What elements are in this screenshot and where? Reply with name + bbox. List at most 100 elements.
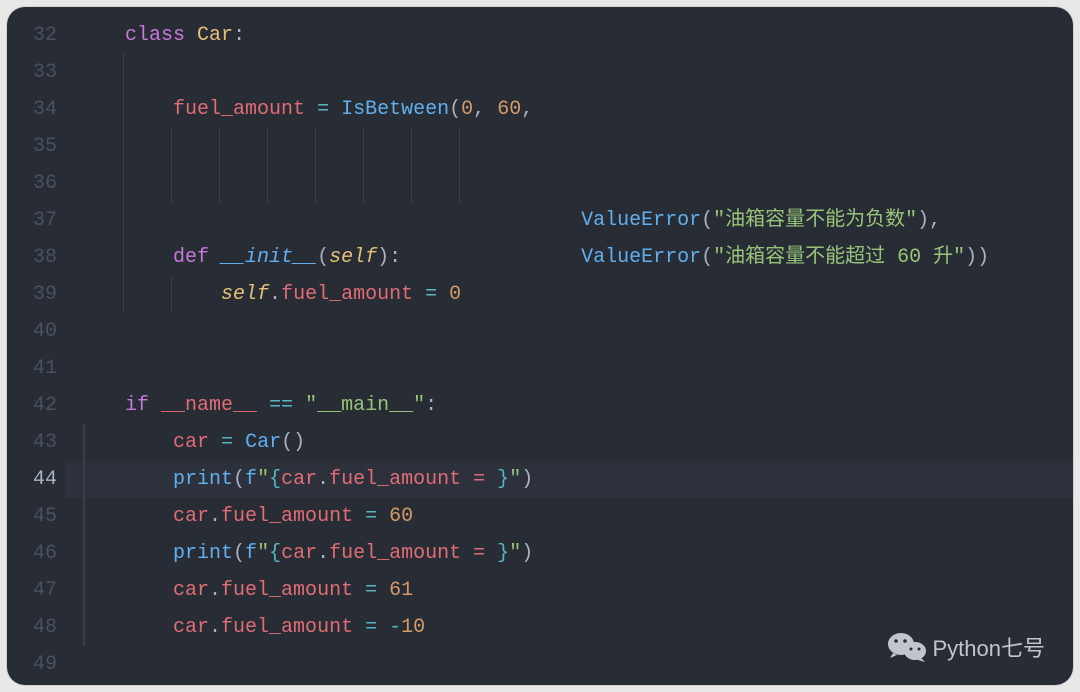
variable: car <box>173 505 209 528</box>
line-number: 39 <box>7 276 65 313</box>
line-number: 34 <box>7 91 65 128</box>
block-indicator <box>83 424 85 461</box>
operator: - <box>389 616 401 639</box>
punct: , <box>521 98 533 121</box>
punct: . <box>317 542 329 565</box>
operator: = <box>425 283 437 306</box>
self-param: self <box>329 246 377 269</box>
code-line-active[interactable]: print(f"{car.fuel_amount = }") <box>65 461 1073 498</box>
operator: = <box>365 505 377 528</box>
call: Car <box>245 431 281 454</box>
brace: { <box>269 468 281 491</box>
line-number: 46 <box>7 535 65 572</box>
attribute: fuel_amount <box>221 505 353 528</box>
line-number: 44 <box>7 461 65 498</box>
operator: == <box>269 394 293 417</box>
brace: } <box>497 468 509 491</box>
operator: = <box>365 616 377 639</box>
punct: ) <box>521 468 533 491</box>
call: print <box>173 542 233 565</box>
number: 0 <box>449 283 461 306</box>
code-line[interactable]: car.fuel_amount = 60 <box>65 498 1073 535</box>
number: 60 <box>389 505 413 528</box>
punct: ( <box>281 431 293 454</box>
punct: . <box>209 505 221 528</box>
block-indicator <box>83 461 85 498</box>
punct: ) <box>377 246 389 269</box>
punct: ( <box>449 98 461 121</box>
code-line[interactable] <box>65 313 1073 350</box>
line-number: 33 <box>7 54 65 91</box>
number: 61 <box>389 579 413 602</box>
punct: . <box>269 283 281 306</box>
variable: car <box>173 616 209 639</box>
line-number-gutter: 32 33 34 35 36 37 38 39 40 41 42 43 44 4… <box>7 17 65 683</box>
punct: : <box>389 246 401 269</box>
code-line[interactable] <box>65 54 1073 91</box>
block-indicator <box>83 609 85 646</box>
call: IsBetween <box>341 98 449 121</box>
punct: . <box>209 616 221 639</box>
keyword-def: def <box>173 246 209 269</box>
line-number: 45 <box>7 498 65 535</box>
attribute: fuel_amount <box>221 616 353 639</box>
code-line[interactable] <box>65 202 1073 239</box>
attribute: fuel_amount <box>281 283 413 306</box>
brace: { <box>269 542 281 565</box>
line-number: 42 <box>7 387 65 424</box>
code-area[interactable]: class Car: fuel_amount = IsBetween(0, 60… <box>65 17 1073 683</box>
attribute: fuel_amount <box>173 98 305 121</box>
indent-guides <box>77 165 173 202</box>
punct: . <box>209 579 221 602</box>
code-line[interactable]: car = Car() <box>65 424 1073 461</box>
code-line[interactable]: print(f"{car.fuel_amount = }") <box>65 535 1073 572</box>
dunder-name: __name__ <box>161 394 257 417</box>
code-line[interactable]: self.fuel_amount = 0 <box>65 276 1073 313</box>
code-line[interactable]: if __name__ == "__main__": <box>65 387 1073 424</box>
fstring-prefix: f <box>245 542 257 565</box>
keyword-class: class <box>125 24 185 47</box>
code-editor-frame: 32 33 34 35 36 37 38 39 40 41 42 43 44 4… <box>7 7 1073 685</box>
block-indicator <box>83 572 85 609</box>
fstring-prefix: f <box>245 468 257 491</box>
interp-obj: car <box>281 542 317 565</box>
code-line[interactable]: ValueError("油箱容量不能超过 60 升")) <box>65 165 1073 202</box>
line-number: 49 <box>7 646 65 683</box>
code-line[interactable]: fuel_amount = IsBetween(0, 60, <box>65 91 1073 128</box>
string: " <box>509 542 521 565</box>
code-line[interactable]: class Car: <box>65 17 1073 54</box>
line-number: 48 <box>7 609 65 646</box>
code-line[interactable]: ValueError("油箱容量不能为负数"), <box>65 128 1073 165</box>
variable: car <box>173 431 209 454</box>
operator: = <box>221 431 233 454</box>
brace: } <box>497 542 509 565</box>
watermark-label: Python七号 <box>933 631 1046 663</box>
punct: ) <box>521 542 533 565</box>
punct: , <box>473 98 485 121</box>
line-number: 43 <box>7 424 65 461</box>
line-number: 47 <box>7 572 65 609</box>
string: " <box>509 468 521 491</box>
line-number: 36 <box>7 165 65 202</box>
interp-attr: fuel_amount <box>329 468 461 491</box>
line-number: 40 <box>7 313 65 350</box>
punct: : <box>425 394 437 417</box>
code-line[interactable] <box>65 350 1073 387</box>
string: " <box>257 468 269 491</box>
indent-guides <box>77 128 173 165</box>
punct: ( <box>317 246 329 269</box>
punct: . <box>317 468 329 491</box>
interp-rest: = <box>461 542 497 565</box>
number: 10 <box>401 616 425 639</box>
code-line[interactable]: car.fuel_amount = 61 <box>65 572 1073 609</box>
line-number: 41 <box>7 350 65 387</box>
code-line[interactable]: def __init__(self): <box>65 239 1073 276</box>
line-number: 37 <box>7 202 65 239</box>
line-number: 35 <box>7 128 65 165</box>
operator: = <box>365 579 377 602</box>
block-indicator <box>83 535 85 572</box>
wechat-icon <box>887 631 927 663</box>
punct: ( <box>233 542 245 565</box>
number: 60 <box>497 98 521 121</box>
call: print <box>173 468 233 491</box>
